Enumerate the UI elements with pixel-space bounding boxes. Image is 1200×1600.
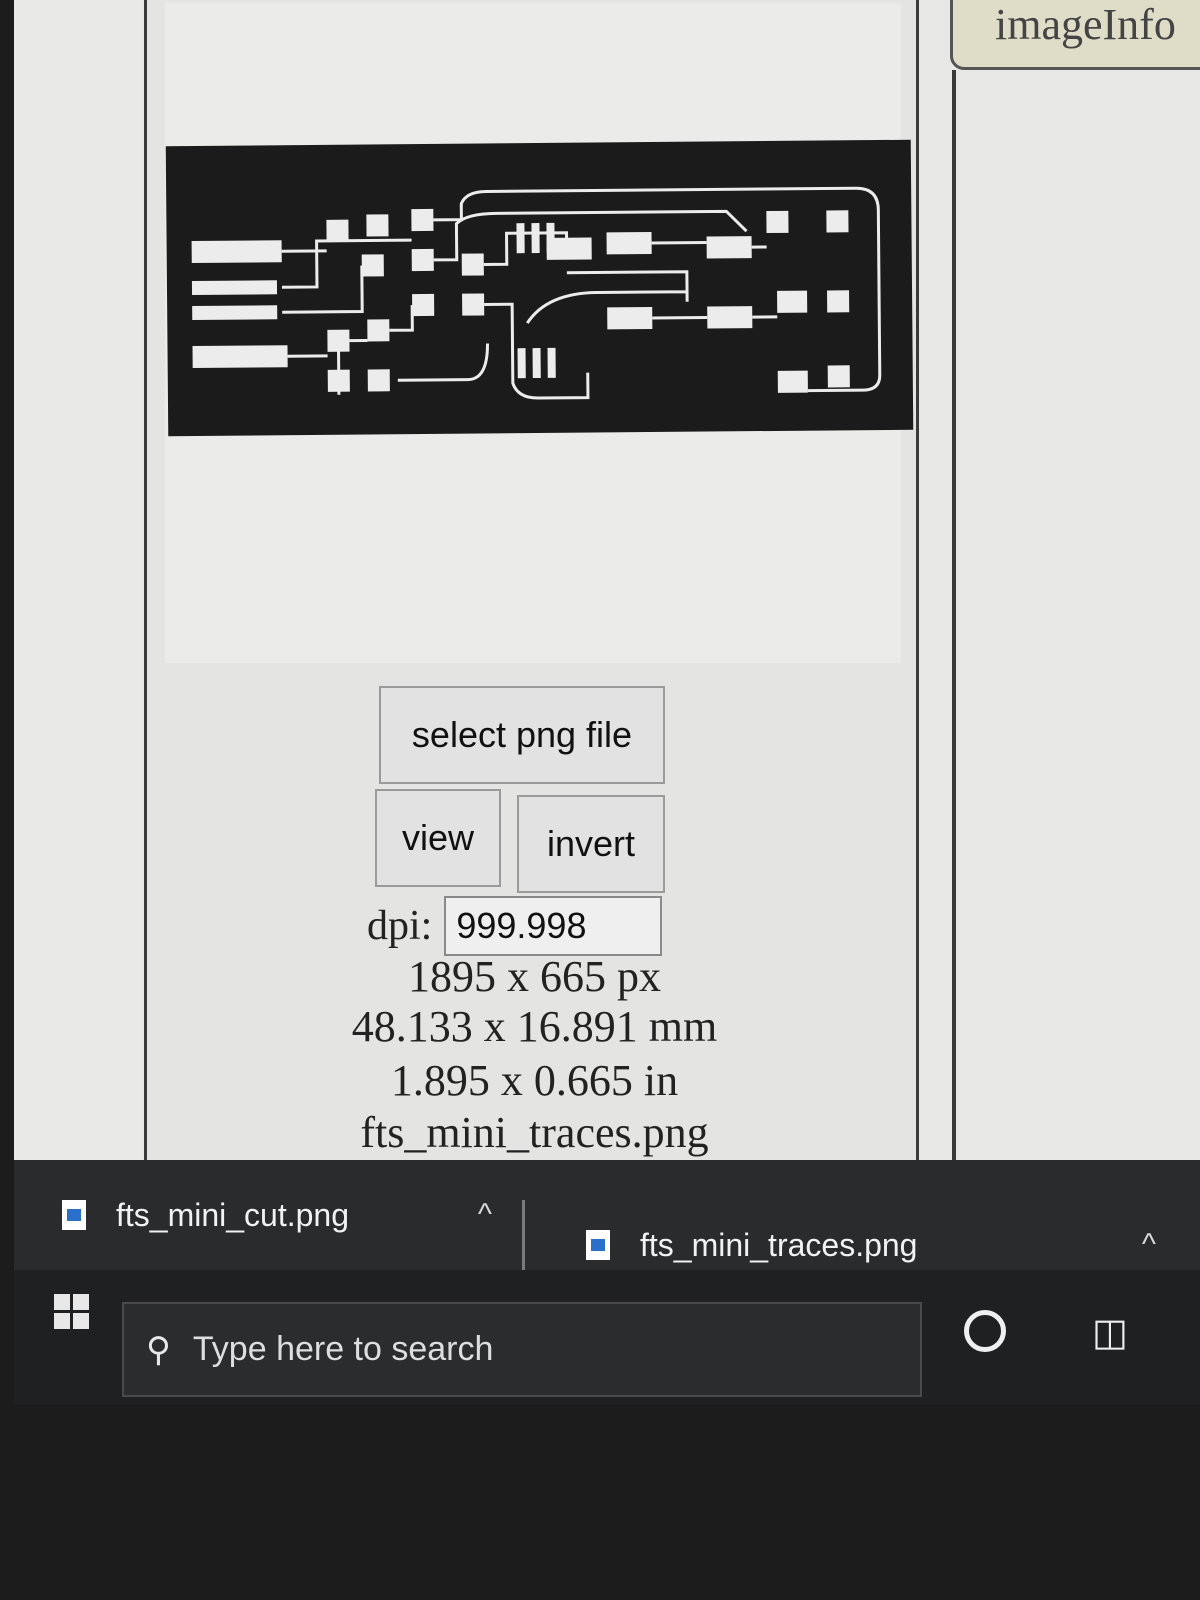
download-filename: fts_mini_traces.png bbox=[640, 1226, 918, 1263]
left-gutter bbox=[14, 0, 142, 1160]
downloads-bar: fts_mini_cut.png ^ fts_mini_traces.png ^ bbox=[14, 1160, 1200, 1270]
image-filename: fts_mini_traces.png bbox=[360, 1108, 709, 1157]
search-placeholder: Type here to search bbox=[192, 1330, 494, 1368]
invert-button[interactable]: invert bbox=[517, 795, 665, 893]
pixel-dimensions: 1895 x 665 px bbox=[408, 952, 661, 1001]
chevron-up-icon[interactable]: ^ bbox=[478, 1198, 492, 1232]
dpi-input[interactable] bbox=[444, 896, 663, 956]
select-png-file-button[interactable]: select png file bbox=[379, 686, 665, 784]
file-image-icon bbox=[62, 1200, 86, 1230]
dpi-row: dpi: bbox=[367, 893, 663, 959]
right-panel-header: imageInfo bbox=[950, 0, 1200, 70]
taskbar: ⚲ Type here to search ◫ bbox=[14, 1270, 1200, 1405]
task-view-icon[interactable]: ◫ bbox=[1092, 1310, 1128, 1355]
right-divider bbox=[952, 70, 956, 1220]
view-button[interactable]: view bbox=[375, 789, 501, 887]
cortana-icon[interactable] bbox=[964, 1310, 1006, 1352]
windows-start-icon[interactable] bbox=[54, 1294, 90, 1330]
file-image-icon bbox=[586, 1230, 610, 1260]
dpi-label: dpi: bbox=[367, 903, 433, 949]
pcb-traces-image bbox=[191, 186, 882, 400]
image-panel: select png file view invert dpi: 1895 x … bbox=[144, 0, 919, 1205]
inch-dimensions: 1.895 x 0.665 in bbox=[390, 1056, 679, 1105]
search-icon: ⚲ bbox=[146, 1330, 171, 1369]
right-panel-label: imageInfo bbox=[995, 0, 1176, 49]
pcb-traces-preview bbox=[165, 139, 914, 437]
download-item[interactable]: fts_mini_cut.png ^ bbox=[62, 1160, 522, 1270]
download-filename: fts_mini_cut.png bbox=[116, 1196, 350, 1233]
taskbar-search-box[interactable]: ⚲ Type here to search bbox=[122, 1302, 922, 1397]
mm-dimensions: 48.133 x 16.891 mm bbox=[351, 1002, 718, 1051]
chevron-up-icon[interactable]: ^ bbox=[1142, 1228, 1156, 1262]
